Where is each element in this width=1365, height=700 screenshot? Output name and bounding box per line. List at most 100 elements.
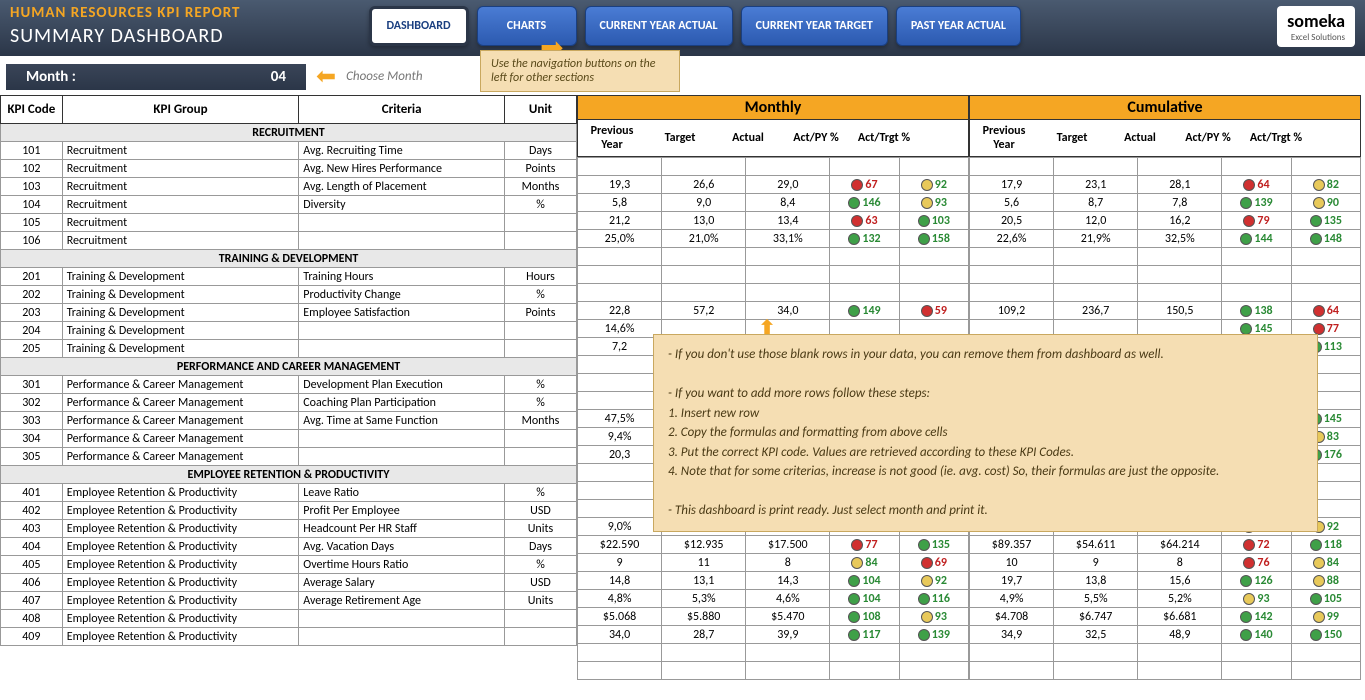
metric-cell: 92 bbox=[899, 176, 968, 194]
data-cell: 5,5% bbox=[1054, 590, 1138, 608]
nav-buttons: DASHBOARD CHARTS CURRENT YEAR ACTUAL CUR… bbox=[369, 6, 1021, 46]
data-cell: 14,3 bbox=[746, 572, 830, 590]
metric-cell: 79 bbox=[1222, 212, 1291, 230]
table-row: 5,68,77,813990 bbox=[970, 194, 1361, 212]
metric-cell: 146 bbox=[830, 194, 899, 212]
data-cell bbox=[1138, 644, 1222, 662]
data-cell: $54.611 bbox=[1054, 536, 1138, 554]
choose-month-hint: Choose Month bbox=[346, 69, 422, 84]
status-dot-icon bbox=[848, 593, 860, 605]
data-cell: $5.880 bbox=[662, 608, 746, 626]
kpi-row: 404 Employee Retention & Productivity Av… bbox=[1, 538, 577, 556]
data-cell: 28,7 bbox=[662, 626, 746, 644]
table-row bbox=[970, 248, 1361, 266]
metric-cell: 84 bbox=[830, 554, 899, 572]
metric-cell: 118 bbox=[1291, 536, 1360, 554]
metric-cell: 140 bbox=[1222, 626, 1291, 644]
col-target: Target bbox=[646, 120, 714, 156]
table-row bbox=[578, 266, 969, 284]
col-actpy: Act/PY % bbox=[782, 120, 850, 156]
table-row: 5,89,08,414693 bbox=[578, 194, 969, 212]
kpi-row: 205 Training & Development bbox=[1, 340, 577, 358]
kpi-row: 406 Employee Retention & Productivity Av… bbox=[1, 574, 577, 592]
table-row: 34,932,548,9140150 bbox=[970, 626, 1361, 644]
data-cell: 29,0 bbox=[746, 176, 830, 194]
kpi-row: 401 Employee Retention & Productivity Le… bbox=[1, 484, 577, 502]
metric-cell: 108 bbox=[830, 608, 899, 626]
cumulative-header: Cumulative bbox=[969, 95, 1361, 120]
status-dot-icon bbox=[1310, 215, 1322, 227]
status-dot-icon bbox=[921, 305, 933, 317]
data-cell: 57,2 bbox=[662, 302, 746, 320]
data-cell: 5,3% bbox=[662, 590, 746, 608]
data-cell: 7,2 bbox=[578, 338, 662, 356]
metric-cell: 82 bbox=[1291, 176, 1360, 194]
cy-actual-button[interactable]: CURRENT YEAR ACTUAL bbox=[585, 6, 733, 46]
metric-cell: 149 bbox=[830, 302, 899, 320]
data-cell bbox=[746, 662, 830, 680]
group-header: RECRUITMENT bbox=[1, 124, 577, 142]
status-dot-icon bbox=[918, 215, 930, 227]
data-cell bbox=[1054, 266, 1138, 284]
cy-target-button[interactable]: CURRENT YEAR TARGET bbox=[741, 6, 888, 46]
status-dot-icon bbox=[918, 593, 930, 605]
metric-cell: 92 bbox=[899, 572, 968, 590]
data-cell: 8 bbox=[746, 554, 830, 572]
data-cell: 8,7 bbox=[1054, 194, 1138, 212]
data-cell bbox=[746, 266, 830, 284]
kpi-row: 202 Training & Development Productivity … bbox=[1, 286, 577, 304]
kpi-row: 402 Employee Retention & Productivity Pr… bbox=[1, 502, 577, 520]
metric-cell: 135 bbox=[899, 536, 968, 554]
table-row: 34,028,739,9117139 bbox=[578, 626, 969, 644]
data-cell: 13,4 bbox=[746, 212, 830, 230]
group-header: PERFORMANCE AND CAREER MANAGEMENT bbox=[1, 358, 577, 376]
col-acttgt: Act/Trgt % bbox=[850, 120, 918, 156]
data-cell: 39,9 bbox=[746, 626, 830, 644]
data-cell: 7,8 bbox=[1138, 194, 1222, 212]
group-header: EMPLOYEE RETENTION & PRODUCTIVITY bbox=[1, 466, 577, 484]
status-dot-icon bbox=[848, 575, 860, 587]
data-cell bbox=[578, 464, 662, 482]
kpi-row: 407 Employee Retention & Productivity Av… bbox=[1, 592, 577, 610]
data-cell: $6.747 bbox=[1054, 608, 1138, 626]
data-cell bbox=[970, 644, 1054, 662]
data-cell: 20,5 bbox=[970, 212, 1054, 230]
data-cell: 13,8 bbox=[1054, 572, 1138, 590]
table-row: 19,713,815,612688 bbox=[970, 572, 1361, 590]
status-dot-icon bbox=[1310, 539, 1322, 551]
kpi-row: 102 Recruitment Avg. New Hires Performan… bbox=[1, 160, 577, 178]
status-dot-icon bbox=[921, 179, 933, 191]
data-cell: 14,8 bbox=[578, 572, 662, 590]
logo: someka Excel Solutions bbox=[1277, 6, 1355, 47]
status-dot-icon bbox=[1313, 575, 1325, 587]
data-cell: 9,4% bbox=[578, 428, 662, 446]
data-cell bbox=[970, 662, 1054, 680]
py-actual-button[interactable]: PAST YEAR ACTUAL bbox=[896, 6, 1021, 46]
kpi-table: KPI Code KPI Group Criteria Unit RECRUIT… bbox=[0, 95, 577, 646]
status-dot-icon bbox=[851, 215, 863, 227]
kpi-row: 409 Employee Retention & Productivity bbox=[1, 628, 577, 646]
status-dot-icon bbox=[1313, 557, 1325, 569]
data-cell: 34,9 bbox=[970, 626, 1054, 644]
data-cell: 21,9% bbox=[1054, 230, 1138, 248]
metric-cell: 93 bbox=[1222, 590, 1291, 608]
dashboard-button[interactable]: DASHBOARD bbox=[369, 6, 469, 46]
status-dot-icon bbox=[1240, 611, 1252, 623]
data-cell: 5,6 bbox=[970, 194, 1054, 212]
metric-cell: 139 bbox=[1222, 194, 1291, 212]
data-cell: $5.068 bbox=[578, 608, 662, 626]
table-row: 109,2236,7150,513864 bbox=[970, 302, 1361, 320]
data-cell bbox=[1138, 248, 1222, 266]
month-label: Month : bbox=[26, 68, 76, 86]
col-actual-c: Actual bbox=[1106, 120, 1174, 156]
data-cell: 25,0% bbox=[578, 230, 662, 248]
month-selector[interactable]: Month : 04 bbox=[6, 64, 306, 90]
kpi-row: 403 Employee Retention & Productivity He… bbox=[1, 520, 577, 538]
kpi-row: 105 Recruitment bbox=[1, 214, 577, 232]
data-cell: 47,5% bbox=[578, 410, 662, 428]
metric-cell: 135 bbox=[1291, 212, 1360, 230]
col-target-c: Target bbox=[1038, 120, 1106, 156]
metric-cell: 144 bbox=[1222, 230, 1291, 248]
metric-cell: 64 bbox=[1291, 302, 1360, 320]
metric-cell: 104 bbox=[830, 590, 899, 608]
